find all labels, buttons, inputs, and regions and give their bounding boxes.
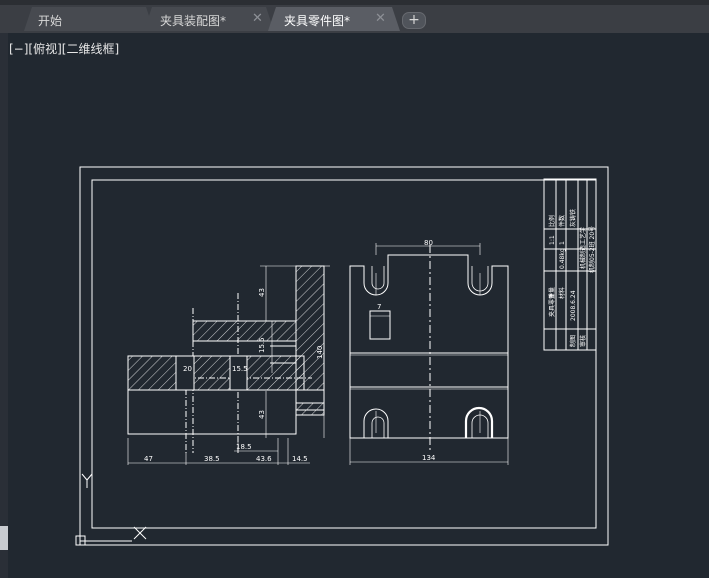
dim-text: 80 [424,239,433,247]
title-block-texts: 夹具零件 1:1 0.48kg 灰铸铁 1 机械制造工艺学 机制05-2班 20… [548,209,596,347]
left-edge-panel-bottom [0,526,8,550]
dim-text: 18.5 [236,443,252,451]
tab-start[interactable]: 开始 [24,7,154,31]
title-block-material: 灰铸铁 [569,209,577,227]
title-block-label-scale: 比例 [548,215,556,227]
dimension-texts: 80 134 47 38.5 43.6 14.5 18.5 20 15.5 7 … [144,239,436,463]
dim-text: 7 [377,303,381,311]
cad-drawing[interactable]: 80 134 47 38.5 43.6 14.5 18.5 20 15.5 7 … [0,33,709,578]
title-block-label-count: 件数 [558,215,566,227]
tab-label: 开始 [38,14,63,28]
dim-text: 43 [258,410,266,419]
tab-assembly[interactable]: 夹具装配图* ✕ [144,7,274,31]
title-block-label-material: 材料 [558,287,566,299]
title-block-drawn: 制图 [569,335,577,347]
title-block-class: 机制05-2班 20号 [588,226,596,273]
dim-text: 38.5 [204,455,220,463]
tab-parts[interactable]: 夹具零件图* ✕ [268,7,400,31]
title-block-scale: 1:1 [549,235,556,245]
close-icon[interactable]: ✕ [375,11,386,26]
dim-text: 47 [144,455,153,463]
tab-label: 夹具零件图* [284,14,351,28]
title-block-count: 1 [559,241,566,245]
title-block-school: 机械制造工艺学 [579,227,587,269]
dim-text: 14.5 [292,455,308,463]
inner-border [91,179,597,529]
ucs-icon [75,473,147,546]
tab-bar: 开始 夹具装配图* ✕ 夹具零件图* ✕ + [0,0,709,33]
section-view [127,265,330,465]
tab-bar-edge [0,0,709,5]
dim-text: 134 [422,454,436,462]
close-icon[interactable]: ✕ [252,11,263,26]
title-block-checked: 审核 [579,335,587,347]
dim-text: 20 [183,365,192,373]
title-block-date: 2008.6.24 [570,290,577,321]
title-block-label-weight: 重量 [548,287,556,299]
front-view [349,243,509,465]
left-edge-panel [0,33,8,578]
dim-text: 43.6 [256,455,272,463]
dim-text: 140 [316,346,324,359]
title-block-weight: 0.48kg [559,248,566,269]
dim-text: 43 [258,288,266,297]
drawing-viewport[interactable]: [−][俯视][二维线框] 80 134 47 38.5 43.6 14.5 1… [0,33,709,578]
dim-text: 15.5 [258,337,266,353]
tab-label: 夹具装配图* [160,14,227,28]
dim-text: 15.5 [232,365,248,373]
add-tab-button[interactable]: + [402,12,426,29]
